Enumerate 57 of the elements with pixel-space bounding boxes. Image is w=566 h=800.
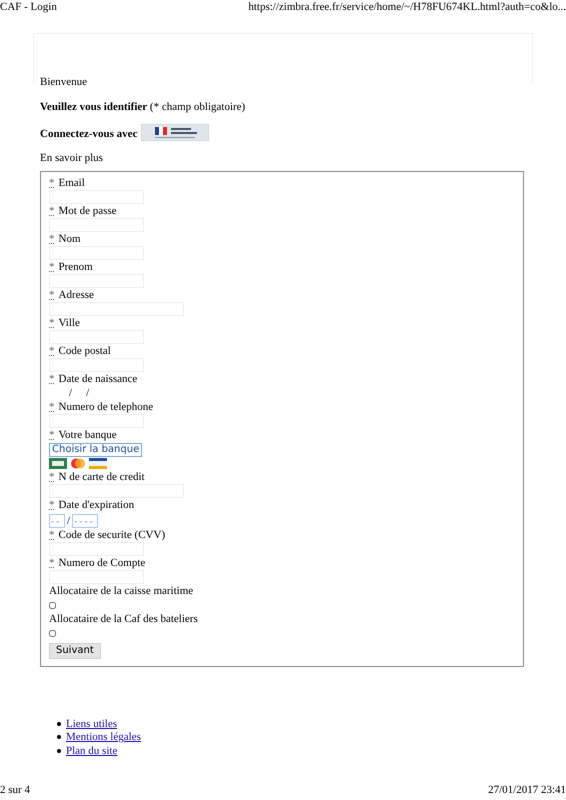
mastercard-icon (69, 458, 87, 469)
date-separator: / (67, 514, 70, 528)
required-marker: * (49, 556, 54, 570)
required-marker: * (49, 344, 54, 358)
required-marker: * (49, 176, 54, 190)
field-label: Email (58, 176, 85, 190)
page-title: CAF - Login (0, 0, 57, 14)
page-url: https://zimbra.free.fr/service/home/~/H78FU674KL.html?auth=co&lo... (248, 0, 566, 14)
footer-link[interactable]: Liens utiles (66, 716, 118, 731)
page-number: 2 sur 4 (0, 783, 30, 797)
next-button[interactable]: Suivant (49, 643, 101, 659)
checkbox[interactable] (49, 602, 56, 608)
field-label: Date de naissance (58, 372, 138, 386)
connect-text: Connectez-vous avec (40, 127, 138, 141)
bank-select[interactable]: Choisir la banque (49, 443, 142, 457)
required-marker: * (49, 400, 54, 414)
field-label: Nom (58, 232, 80, 246)
bullet-icon (57, 722, 61, 726)
checkbox[interactable] (49, 630, 56, 636)
field-label: Code postal (58, 344, 111, 358)
date-separator: / (86, 386, 90, 400)
field-label: Numero de telephone (58, 400, 154, 414)
month-field[interactable]: - - (49, 514, 65, 528)
date-separator: / (69, 386, 72, 400)
field-label: Date d'expiration (58, 498, 134, 512)
year-field[interactable]: - - - - (72, 514, 98, 528)
required-marker: * (49, 316, 54, 330)
prompt-text: Veuillez vous identifier (* champ obligatoire) (40, 100, 246, 114)
field-label: Numero de Compte (58, 556, 146, 570)
field-label: Prenom (58, 260, 93, 274)
field-label: Code de securite (CVV) (58, 528, 166, 542)
bullet-icon (57, 748, 61, 753)
field-label: Allocataire de la Caf des bateliers (49, 612, 198, 626)
footer-link[interactable]: Plan du site (66, 744, 118, 758)
field-label: Votre banque (58, 428, 117, 442)
footer-link[interactable]: Mentions légales (66, 730, 141, 744)
required-marker: * (49, 372, 54, 386)
learn-more-text: En savoir plus (40, 151, 104, 165)
visa-card-icon (89, 458, 107, 469)
service-public-logo[interactable] (141, 124, 210, 141)
bank-card-icon (49, 458, 67, 469)
required-marker: * (49, 470, 54, 484)
required-marker: * (49, 428, 54, 442)
required-marker: * (49, 232, 54, 246)
print-date: 27/01/2017 23:41 (488, 783, 566, 797)
field-label: N de carte de credit (58, 470, 145, 484)
field-label: Ville (58, 316, 80, 330)
welcome-text: Bienvenue (40, 75, 88, 89)
required-marker: * (49, 260, 54, 274)
required-marker: * (49, 204, 54, 218)
required-marker: * (49, 528, 54, 542)
field-label: Mot de passe (58, 204, 117, 218)
bullet-icon (57, 735, 61, 740)
field-label: Adresse (58, 288, 94, 302)
required-marker: * (49, 498, 54, 512)
required-marker: * (49, 288, 54, 302)
field-label: Allocataire de la caisse maritime (49, 584, 194, 598)
